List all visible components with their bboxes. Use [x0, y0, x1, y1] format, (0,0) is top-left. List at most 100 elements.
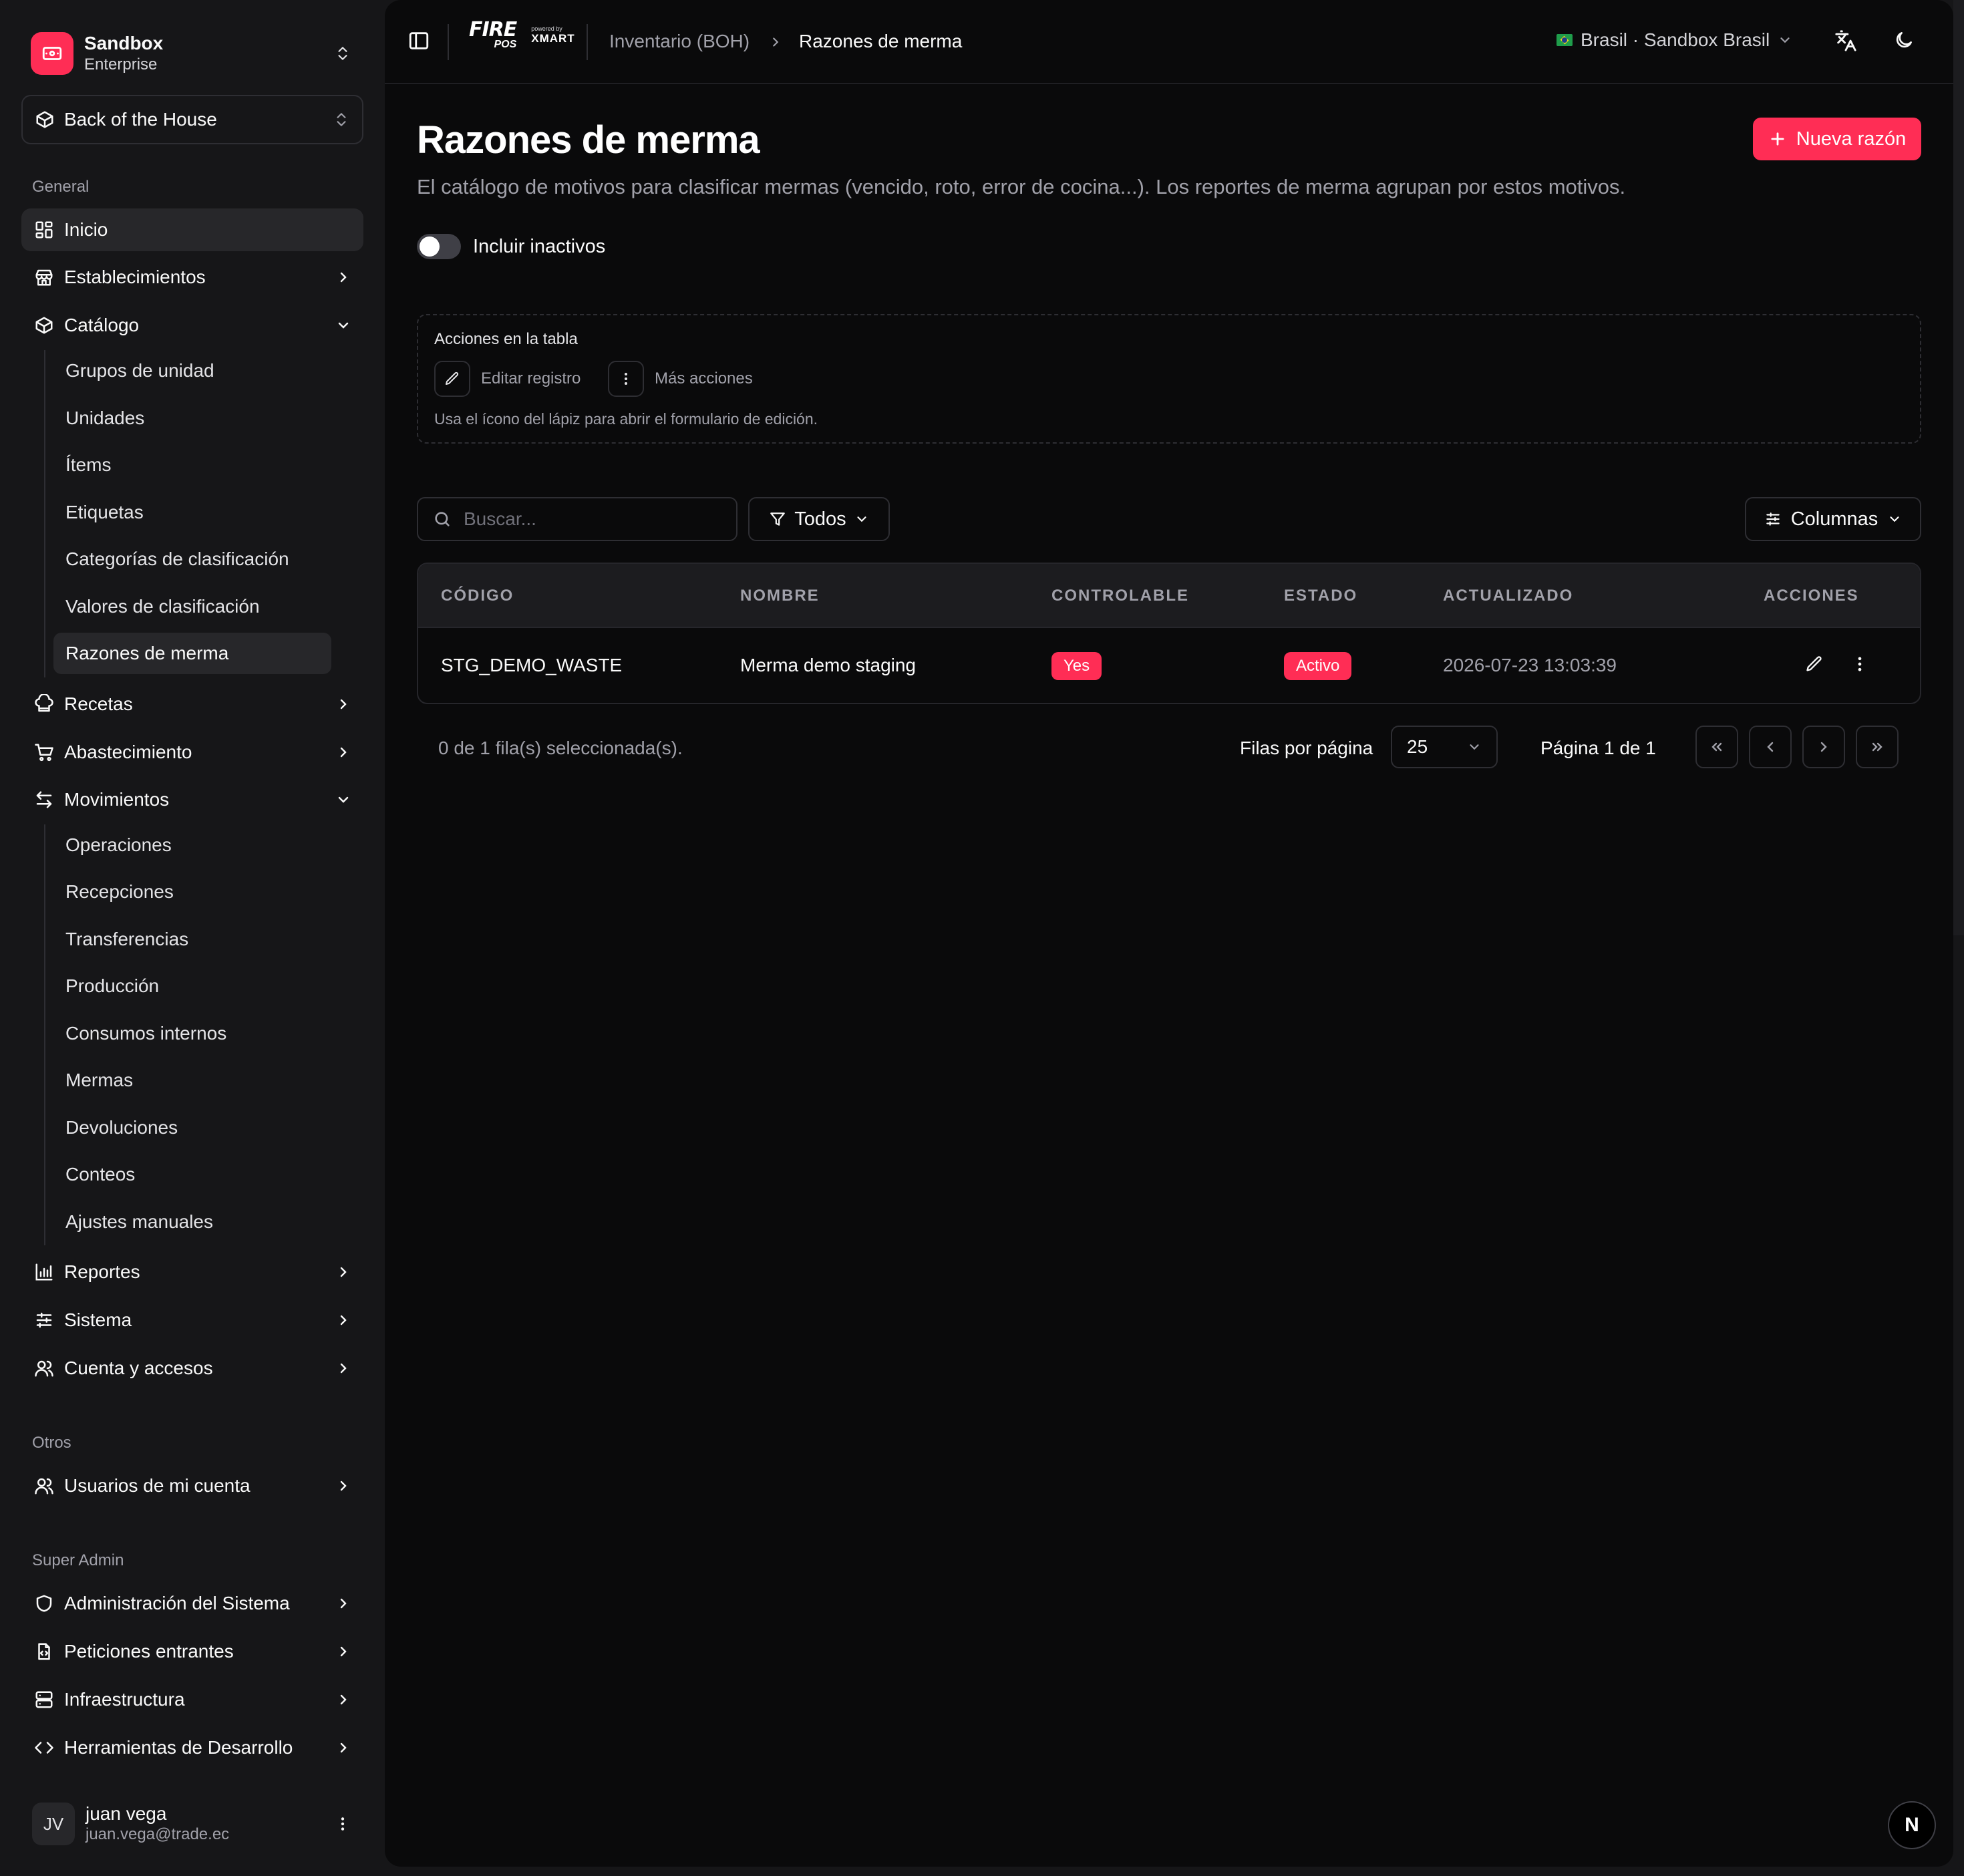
- table-header: CÓDIGO NOMBRE CONTROLABLE ESTADO ACTUALI…: [418, 564, 1920, 628]
- search-input[interactable]: [464, 508, 704, 530]
- sidebar-subitem-transferencias[interactable]: Transferencias: [53, 919, 331, 960]
- previous-page-button[interactable]: [1749, 726, 1792, 768]
- last-page-button[interactable]: [1856, 726, 1899, 768]
- chevron-right-icon: [340, 699, 347, 710]
- sidebar-item-label: Reportes: [64, 1261, 140, 1282]
- column-header-controlable[interactable]: CONTROLABLE: [1051, 587, 1189, 605]
- selection-count: 0 de 1 fila(s) seleccionada(s).: [438, 738, 683, 758]
- table-row[interactable]: STG_DEMO_WASTE Merma demo staging Yes Ac…: [418, 628, 1920, 703]
- module-label: Back of the House: [64, 109, 217, 130]
- filter-icon: [770, 512, 786, 526]
- column-header-actualizado[interactable]: ACTUALIZADO: [1443, 587, 1573, 605]
- rows-per-page-select[interactable]: 25: [1391, 726, 1498, 768]
- submenu-guide-line: [44, 824, 45, 1245]
- shield-icon: [32, 1591, 56, 1615]
- include-inactive-toggle[interactable]: [417, 234, 461, 259]
- table-actions-hint: Acciones en la tabla Editar registro Más…: [417, 314, 1921, 444]
- cell-name: Merma demo staging: [740, 655, 917, 675]
- chevrons-left-icon: [1711, 742, 1722, 752]
- hint-edit: Editar registro: [434, 361, 581, 397]
- sidebar-item-reportes[interactable]: Reportes: [21, 1251, 363, 1293]
- chevron-right-icon: [773, 37, 779, 47]
- chef-hat-icon: [32, 692, 56, 716]
- column-header-acciones: ACCIONES: [1764, 587, 1859, 605]
- sidebar-subitem-devoluciones[interactable]: Devoluciones: [53, 1107, 331, 1148]
- sidebar-item-inicio[interactable]: Inicio: [21, 208, 363, 251]
- user-menu[interactable]: JV juan vega juan.vega@trade.ec: [23, 1790, 363, 1857]
- sidebar-item-herramientas-de-desarrollo[interactable]: Herramientas de Desarrollo: [21, 1726, 363, 1769]
- sidebar-item-administracion-del-sistema[interactable]: Administración del Sistema: [21, 1582, 363, 1625]
- sidebar-subitem-ajustes-manuales[interactable]: Ajustes manuales: [53, 1201, 331, 1243]
- new-reason-button[interactable]: Nueva razón: [1753, 118, 1921, 160]
- chevron-right-icon: [340, 1598, 347, 1609]
- tenant-selector[interactable]: Brasil · Sandbox Brasil: [1557, 29, 1792, 51]
- pencil-icon: [434, 361, 470, 397]
- sidebar-item-abastecimiento[interactable]: Abastecimiento: [21, 731, 363, 774]
- scrollbar-track[interactable]: [1953, 0, 1964, 935]
- sidebar-subitem-conteos[interactable]: Conteos: [53, 1154, 331, 1195]
- status-filter-label: Todos: [794, 508, 846, 530]
- sidebar-subitem-mermas[interactable]: Mermas: [53, 1060, 331, 1101]
- dev-tools-badge[interactable]: N: [1888, 1801, 1936, 1849]
- language-button[interactable]: [1834, 29, 1857, 52]
- edit-row-button[interactable]: [1805, 655, 1824, 673]
- column-header-codigo[interactable]: CÓDIGO: [441, 587, 514, 605]
- more-vertical-icon[interactable]: [334, 1815, 351, 1833]
- sidebar-item-peticiones-entrantes[interactable]: Peticiones entrantes: [21, 1630, 363, 1673]
- sidebar-subitem-items[interactable]: Ítems: [53, 444, 331, 486]
- toggle-sidebar-button[interactable]: [407, 29, 430, 52]
- chevrons-right-icon: [1872, 742, 1883, 752]
- sidebar-subitem-recepciones[interactable]: Recepciones: [53, 871, 331, 913]
- search-icon: [435, 512, 450, 526]
- sidebar-item-movimientos[interactable]: Movimientos: [21, 778, 363, 821]
- plus-icon: [1771, 132, 1784, 146]
- org-name: Sandbox: [84, 33, 164, 53]
- sidebar-item-label: Peticiones entrantes: [64, 1641, 234, 1662]
- org-logo: [31, 32, 73, 75]
- sidebar-item-cuenta-y-accesos[interactable]: Cuenta y accesos: [21, 1347, 363, 1390]
- sidebar-item-catalogo[interactable]: Catálogo: [21, 304, 363, 347]
- chevron-right-icon: [340, 1646, 347, 1657]
- sidebar-item-recetas[interactable]: Recetas: [21, 683, 363, 726]
- sidebar-item-label: Recetas: [64, 693, 133, 714]
- hint-more: Más acciones: [608, 361, 753, 397]
- sidebar-item-establecimientos[interactable]: Establecimientos: [21, 256, 363, 299]
- next-page-button[interactable]: [1802, 726, 1845, 768]
- sidebar-subitem-categorias[interactable]: Categorías de clasificación: [53, 538, 331, 580]
- module-switcher[interactable]: Back of the House: [21, 95, 363, 144]
- sidebar: Sandbox Enterprise Back of the House Gen…: [0, 0, 385, 1876]
- sidebar-item-usuarios-de-mi-cuenta[interactable]: Usuarios de mi cuenta: [21, 1464, 363, 1507]
- column-header-estado[interactable]: ESTADO: [1284, 587, 1357, 605]
- sidebar-subitem-consumos-internos[interactable]: Consumos internos: [53, 1013, 331, 1054]
- sidebar-subitem-razones-de-merma[interactable]: Razones de merma: [53, 633, 331, 674]
- sidebar-subitem-etiquetas[interactable]: Etiquetas: [53, 492, 331, 533]
- submenu-guide-line: [44, 350, 45, 677]
- shopping-cart-icon: [32, 740, 56, 764]
- rows-per-page-label: Filas por página: [1240, 738, 1373, 758]
- sidebar-item-infraestructura[interactable]: Infraestructura: [21, 1678, 363, 1721]
- file-code-icon: [32, 1639, 56, 1664]
- layout-grid-icon: [32, 218, 56, 242]
- column-header-nombre[interactable]: NOMBRE: [740, 587, 820, 605]
- sidebar-subitem-produccion[interactable]: Producción: [53, 965, 331, 1007]
- status-filter-button[interactable]: Todos: [748, 497, 890, 541]
- columns-button[interactable]: Columnas: [1745, 497, 1921, 541]
- sidebar-subitem-operaciones[interactable]: Operaciones: [53, 824, 331, 866]
- breadcrumb-parent[interactable]: Inventario (BOH): [609, 31, 750, 52]
- package-icon: [32, 313, 56, 337]
- row-more-button[interactable]: [1850, 655, 1869, 673]
- first-page-button[interactable]: [1695, 726, 1738, 768]
- sidebar-subitem-valores[interactable]: Valores de clasificación: [53, 586, 331, 627]
- cell-updated: 2026-07-23 13:03:39: [1443, 655, 1617, 675]
- brand-logo: FIRE POS powered by XMART: [469, 20, 575, 51]
- bar-chart-icon: [32, 1260, 56, 1284]
- sidebar-item-label: Abastecimiento: [64, 742, 192, 762]
- sidebar-subitem-grupos-de-unidad[interactable]: Grupos de unidad: [53, 350, 331, 392]
- theme-toggle-button[interactable]: [1893, 29, 1915, 51]
- section-superadmin-label: Super Admin: [32, 1551, 124, 1569]
- sidebar-subitem-unidades[interactable]: Unidades: [53, 398, 331, 439]
- toggle-knob: [420, 237, 440, 257]
- org-switcher[interactable]: Sandbox Enterprise: [23, 20, 363, 87]
- sidebar-item-label: Infraestructura: [64, 1689, 185, 1710]
- sidebar-item-sistema[interactable]: Sistema: [21, 1299, 363, 1342]
